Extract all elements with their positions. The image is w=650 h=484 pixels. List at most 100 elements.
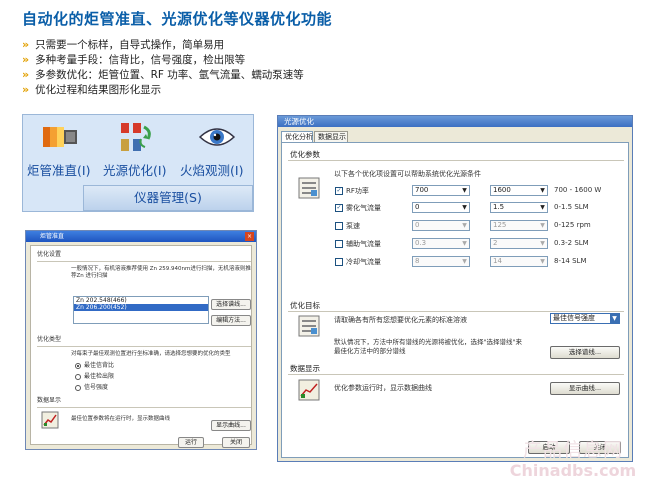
section-line-settings: 优化设置 [37, 251, 62, 258]
torch-align-label[interactable]: 炬管准直(I) [27, 160, 90, 179]
param-label: 雾化气流量 [346, 204, 381, 212]
divider [288, 160, 624, 161]
feature-item: » 多参数优化：炬管位置、RF 功率、氩气流量、蠕动泵速等 [22, 67, 304, 82]
divider [37, 407, 251, 408]
close-icon[interactable]: × [245, 232, 254, 241]
aux-flow-to[interactable]: 2 ▼ [490, 238, 548, 249]
chevron-down-icon: ▼ [540, 187, 545, 194]
pump-speed-checkbox[interactable] [335, 222, 343, 230]
torch-align-dialog: 炬管准直 × 优化设置 一般情况下，有机溶液推荐使用 Zn 259.940nm进行… [25, 230, 257, 450]
select-line-button[interactable]: 选择谱线... [550, 346, 620, 359]
chevron-down-icon: ▼ [462, 187, 467, 194]
rf-power-to[interactable]: 1600 ▼ [490, 185, 548, 196]
chevron-down-icon: ▼ [462, 204, 467, 211]
cool-flow-checkbox[interactable] [335, 258, 343, 266]
dialog-body: 优化设置 一般情况下，有机溶液推荐使用 Zn 259.940nm进行扫描，无机溶… [30, 245, 252, 448]
radio-best-dl[interactable] [75, 374, 81, 380]
chart-icon [298, 379, 320, 401]
list-item[interactable]: Zn 202.548(466) [74, 297, 208, 304]
flame-observe-label[interactable]: 火焰观测(I) [180, 160, 243, 179]
dialog-titlebar: 炬管准直 × [26, 231, 256, 242]
bullet-marker: » [22, 83, 30, 96]
nebulizer-flow-to[interactable]: 1.5 ▼ [490, 202, 548, 213]
feature-text: 多参数优化：炬管位置、RF 功率、氩气流量、蠕动泵速等 [35, 69, 304, 81]
aux-flow-checkbox[interactable] [335, 240, 343, 248]
spectral-line-list[interactable]: Zn 202.548(466) Zn 206.200(452) [73, 296, 209, 324]
chevron-down-icon: ▼ [462, 222, 467, 229]
feature-text: 多种考量手段：信背比，信号强度，检出限等 [35, 54, 246, 66]
radio-signal[interactable] [75, 385, 81, 391]
show-curve-button[interactable]: 显示曲线... [211, 420, 251, 431]
rf-power-from[interactable]: 700 ▼ [412, 185, 470, 196]
param-label: 泵速 [346, 222, 360, 230]
line-description: 一般情况下，有机溶液推荐使用 Zn 259.940nm进行扫描，无机溶液则推荐Z… [71, 266, 251, 279]
source-optimize-label[interactable]: 光源优化(I) [103, 160, 166, 179]
param-range: 0.3-2 SLM [554, 239, 589, 247]
run-button[interactable]: 运行 [178, 437, 204, 448]
target-select[interactable]: 最佳信号强度 ▼ [550, 313, 620, 324]
param-range: 700 - 1600 W [554, 186, 602, 194]
torch-icon[interactable] [41, 121, 79, 153]
show-curve-button[interactable]: 显示曲线... [550, 382, 620, 395]
feature-item: » 多种考量手段：信背比，信号强度，检出限等 [22, 52, 304, 67]
source-optimize-window: 光源优化 优化分析 数据显示 优化参数 以下各个优化项设置可以帮助系统优化光源条… [277, 115, 633, 462]
chevron-down-icon: ▼ [462, 258, 467, 265]
radio-best-sbr[interactable] [75, 363, 81, 369]
chevron-down-icon: ▼ [540, 204, 545, 211]
param-label: 辅助气流量 [346, 240, 381, 248]
nebulizer-flow-from[interactable]: 0 ▼ [412, 202, 470, 213]
param-label: 冷却气流量 [346, 258, 381, 266]
eye-icon[interactable] [198, 121, 236, 153]
param-label: RF功率 [346, 187, 369, 195]
section-params: 优化参数 [290, 150, 320, 159]
radio-label: 最佳信背比 [84, 362, 115, 369]
param-range: 0-125 rpm [554, 221, 591, 229]
feature-list: » 只需要一个标样，自导式操作，简单易用 » 多种考量手段：信背比，信号强度，检出限… [22, 37, 304, 97]
chart-icon [41, 411, 59, 429]
chevron-down-icon: ▼ [540, 240, 545, 247]
settings-icon [298, 177, 320, 199]
window-title: 光源优化 [284, 117, 314, 126]
watermark-cn: 产品信息网 [522, 439, 623, 461]
optimize-analysis-page: 优化参数 以下各个优化项设置可以帮助系统优化光源条件 ✓ RF功率 700 ▼ 1… [281, 142, 629, 458]
section-target: 优化目标 [290, 301, 320, 310]
aux-flow-from[interactable]: 0.3 ▼ [412, 238, 470, 249]
edit-method-button[interactable]: 编辑方法... [211, 315, 251, 326]
list-item[interactable]: Zn 206.200(452) [74, 304, 208, 311]
target-prompt: 请取确各有所有您想要优化元素的标准溶液 [334, 316, 467, 324]
params-intro: 以下各个优化项设置可以帮助系统优化光源条件 [334, 170, 481, 178]
cool-flow-from[interactable]: 8 ▼ [412, 256, 470, 267]
close-button[interactable]: 关闭 [222, 437, 250, 448]
radio-label: 信号强度 [84, 384, 109, 391]
feature-item: » 只需要一个标样，自导式操作，简单易用 [22, 37, 304, 52]
bullet-marker: » [22, 68, 30, 81]
pump-speed-to[interactable]: 125 ▼ [490, 220, 548, 231]
divider [288, 311, 624, 312]
radio-label: 最佳检出限 [84, 373, 115, 380]
nebulizer-flow-checkbox[interactable]: ✓ [335, 204, 343, 212]
display-description: 最佳位置参数将在运行时，显示数据曲线 [71, 416, 171, 422]
instrument-management-group: 仪器管理(S) [83, 185, 253, 211]
pump-speed-from[interactable]: 0 ▼ [412, 220, 470, 231]
divider [288, 374, 624, 375]
feature-text: 优化过程和结果图形化显示 [35, 84, 162, 96]
group-label: 仪器管理(S) [134, 190, 202, 205]
divider [37, 346, 251, 347]
dialog-title: 炬管准直 [40, 233, 65, 240]
section-data-display: 数据显示 [37, 397, 62, 404]
type-description: 对每束子最佳观测位置进行坐标准确，请选择您想要的优化的类型 [71, 351, 231, 357]
feature-text: 只需要一个标样，自导式操作，简单易用 [35, 39, 225, 51]
optimize-icon[interactable] [118, 121, 156, 153]
select-line-button[interactable]: 选择谱线... [211, 299, 251, 310]
feature-item: » 优化过程和结果图形化显示 [22, 82, 304, 97]
display-description: 优化参数运行时，显示数据曲线 [334, 384, 432, 392]
section-data-display: 数据显示 [290, 364, 320, 373]
cool-flow-to[interactable]: 14 ▼ [490, 256, 548, 267]
param-range: 8-14 SLM [554, 257, 587, 265]
param-range: 0-1.5 SLM [554, 203, 589, 211]
rf-power-checkbox[interactable]: ✓ [335, 187, 343, 195]
default-note-2: 最佳化方法中的部分谱线 [334, 347, 406, 355]
bullet-marker: » [22, 53, 30, 66]
watermark: 产品信息网 Chinadbs.com [496, 438, 650, 484]
chevron-down-icon: ▼ [540, 258, 545, 265]
